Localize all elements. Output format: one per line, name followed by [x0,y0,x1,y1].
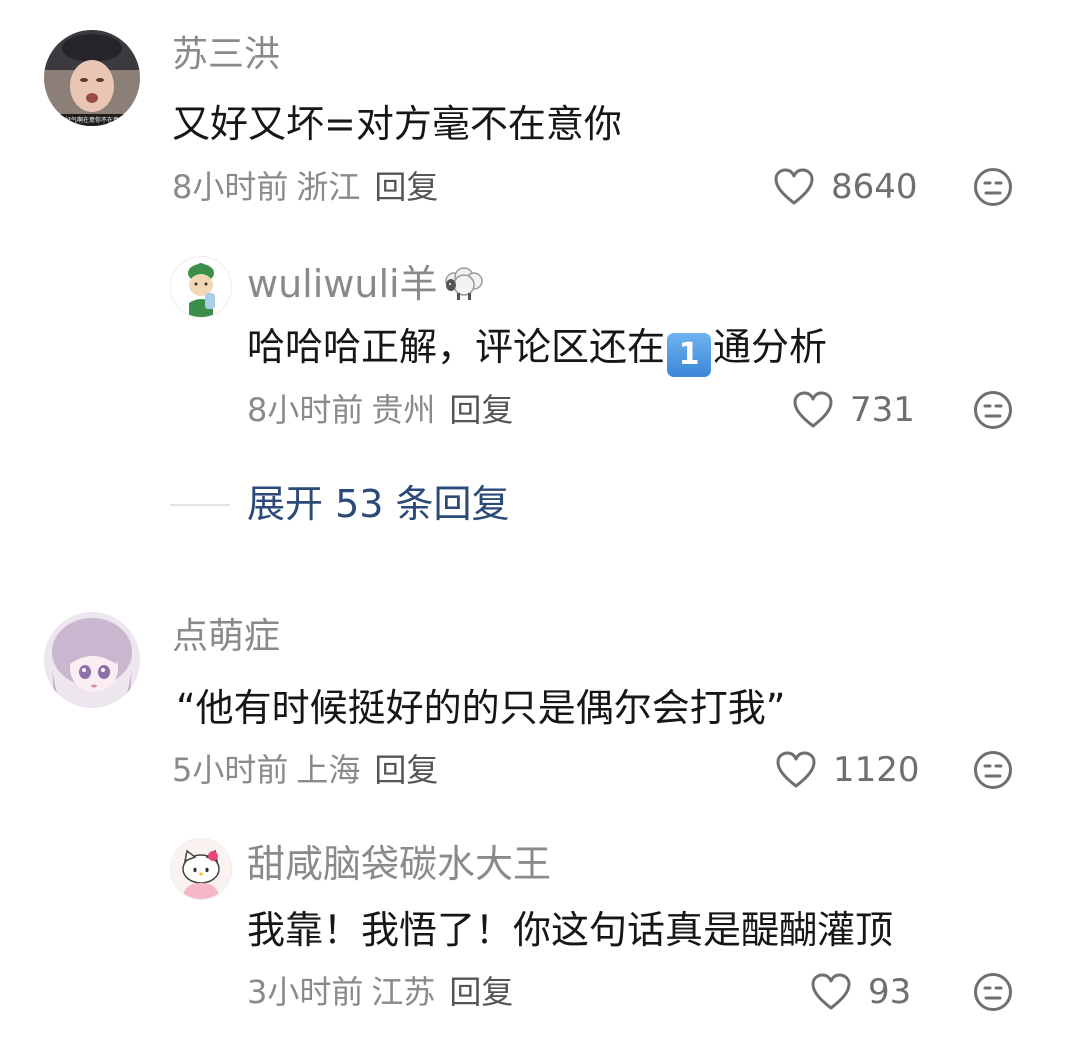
reply-text: 我靠！我悟了！你这句话真是醍醐灌顶 [247,908,894,952]
reply-meta: 8小时前 贵州 回复 [247,390,513,430]
reply-username[interactable]: wuliwuli羊 [247,262,488,306]
expand-divider [170,504,230,506]
expand-replies-button[interactable]: 展开 53 条回复 [247,480,510,528]
comment-time: 8小时前 [172,168,289,206]
meh-face-icon[interactable] [973,750,1013,790]
reply-button[interactable]: 回复 [449,390,513,430]
comment-username[interactable]: 苏三洪 [172,33,280,77]
reply-text-after: 通分析 [713,325,828,369]
comment-location: 上海 [296,751,361,789]
like-button[interactable]: 1120 [775,750,920,790]
reply-button[interactable]: 回复 [374,750,438,790]
avatar[interactable] [170,256,232,318]
heart-outline-icon [776,751,816,788]
heart-outline-icon [811,973,851,1010]
avatar[interactable]: 我好气啊在意你不在意你 [44,30,140,126]
comment-text: “他有时候挺好的的只是偶尔会打我” [176,686,786,730]
like-count: 93 [868,972,912,1012]
like-count: 8640 [831,167,918,207]
reply-username-text: wuliwuli羊 [247,262,438,306]
like-count: 731 [850,390,915,430]
like-button[interactable]: 93 [810,972,911,1012]
reply-button[interactable]: 回复 [374,167,438,207]
like-count: 1120 [833,750,920,790]
reply-button[interactable]: 回复 [449,972,513,1012]
reply-text: 哈哈哈正解，评论区还在 1 通分析 [247,323,827,377]
avatar-caption: 我好气啊在意你不在意你 [59,116,125,124]
reply-location: 贵州 [371,391,436,429]
reply-username[interactable]: 甜咸脑袋碳水大王 [247,842,551,886]
reply-meta: 3小时前 江苏 回复 [247,972,513,1012]
sheep-icon [444,267,483,300]
reply-time: 3小时前 [247,973,364,1011]
heart-outline-icon [774,168,814,205]
avatar[interactable] [170,838,232,900]
reply-time: 8小时前 [247,391,364,429]
comment-text: 又好又坏=对方毫不在意你 [172,102,622,146]
avatar[interactable] [44,612,140,708]
comment-username[interactable]: 点萌症 [172,615,280,659]
reply-location: 江苏 [371,973,436,1011]
meh-face-icon[interactable] [973,390,1013,430]
comment-meta: 5小时前 上海 回复 [172,750,438,790]
heart-outline-icon [793,391,833,428]
comment-location: 浙江 [296,168,361,206]
meh-face-icon[interactable] [973,972,1013,1012]
like-button[interactable]: 8640 [773,167,918,207]
comment-meta: 8小时前 浙江 回复 [172,167,438,207]
reply-text-before: 哈哈哈正解，评论区还在 [247,325,666,369]
keycap-one-emoji: 1 [667,333,712,377]
meh-face-icon[interactable] [973,167,1013,207]
comment-time: 5小时前 [172,751,289,789]
like-button[interactable]: 731 [792,390,915,430]
